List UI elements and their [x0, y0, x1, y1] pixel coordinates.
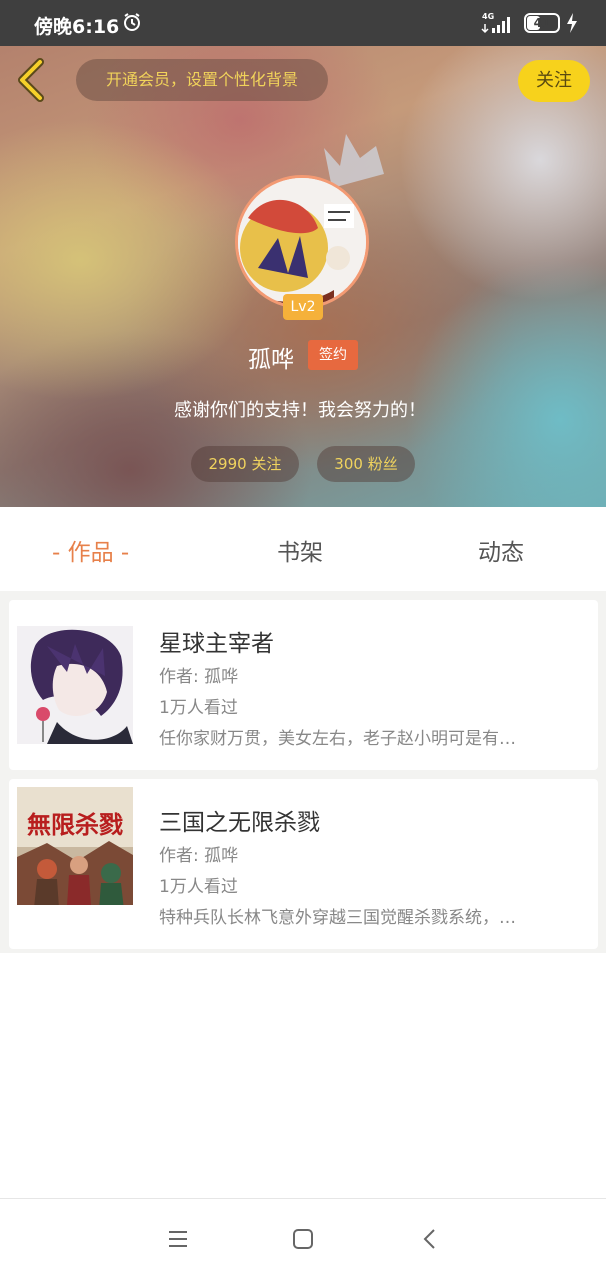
vip-background-banner[interactable]: 开通会员，设置个性化背景: [76, 59, 328, 101]
signed-badge: 签约: [308, 340, 358, 370]
home-icon[interactable]: [291, 1227, 315, 1251]
status-bar: 傍晚6:16 4G 41: [0, 0, 606, 46]
menu-icon[interactable]: [166, 1227, 190, 1251]
user-name: 孤哗: [248, 347, 294, 373]
user-motto: 感谢你们的支持！我会努力的！: [174, 400, 426, 421]
book-views: 1万人看过: [159, 877, 238, 897]
system-nav-bar: [0, 1198, 606, 1280]
tab-activity[interactable]: 动态: [478, 533, 524, 567]
tab-bookshelf[interactable]: 书架: [277, 533, 323, 567]
alarm-icon: [124, 13, 140, 31]
book-description: 任你家财万贯，美女左右，老子赵小明可是有…: [159, 729, 516, 749]
book-title: 星球主宰者: [159, 631, 274, 657]
status-time: 傍晚6:16: [34, 16, 120, 38]
follow-button[interactable]: 关注: [518, 60, 590, 102]
book-list: 星球主宰者 作者: 孤哗 1万人看过 任你家财万贯，美女左右，老子赵小明可是有……: [0, 591, 606, 953]
book-author: 作者: 孤哗: [159, 667, 239, 687]
book-description: 特种兵队长林飞意外穿越三国觉醒杀戮系统，…: [159, 908, 516, 928]
battery-icon: 41: [524, 13, 560, 33]
signal-icon: [481, 17, 510, 34]
list-item[interactable]: 星球主宰者 作者: 孤哗 1万人看过 任你家财万贯，美女左右，老子赵小明可是有…: [9, 600, 598, 770]
battery-level: 41: [533, 16, 551, 30]
profile-tabs: - 作品 - 书架 动态: [0, 507, 606, 591]
book-title: 三国之无限杀戮: [159, 810, 320, 836]
avatar[interactable]: [235, 175, 369, 309]
tab-works[interactable]: - 作品 -: [52, 533, 129, 567]
charging-icon: [567, 13, 577, 33]
book-cover: 無限杀戮: [17, 787, 133, 905]
back-icon[interactable]: [418, 1227, 442, 1251]
back-button[interactable]: [14, 58, 50, 102]
level-badge: Lv2: [283, 294, 323, 320]
list-item[interactable]: 無限杀戮 三国之无限杀戮 作者: 孤哗 1万人看过 特种兵队长林飞意外穿越三国觉…: [9, 779, 598, 949]
book-views: 1万人看过: [159, 698, 238, 718]
book-author: 作者: 孤哗: [159, 846, 239, 866]
fans-count[interactable]: 300 粉丝: [317, 446, 415, 482]
profile-header: 傍晚6:16 4G 41 开通会员，设置个性化背景 关注 Lv2 孤哗 签约 感…: [0, 0, 606, 507]
book-cover-title: 無限杀戮: [27, 811, 123, 839]
avatar-image: [238, 178, 366, 306]
book-cover: [17, 626, 133, 744]
following-count[interactable]: 2990 关注: [191, 446, 299, 482]
